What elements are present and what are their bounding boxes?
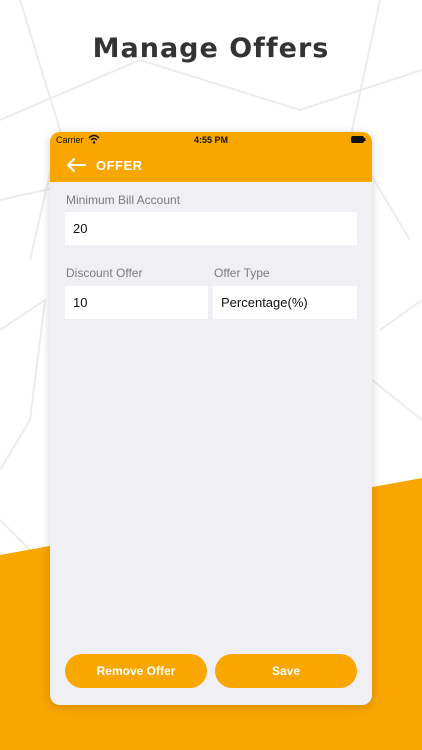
offer-type-input[interactable] [213,286,357,319]
discount-offer-label: Discount Offer [66,266,143,280]
page-headline: Manage Offers [92,33,330,64]
status-time: 4:55 PM [193,135,228,145]
nav-title: OFFER [96,158,143,173]
nav-bar: OFFER [50,150,372,182]
status-bar: Carrier 4:55 PM [50,132,372,150]
discount-offer-input[interactable] [65,286,208,319]
phone-screen: Carrier 4:55 PM OFFER Minimum Bill Accou… [50,132,372,705]
save-button[interactable]: Save [215,654,357,688]
arrow-left-icon[interactable] [66,157,86,173]
remove-offer-button[interactable]: Remove Offer [65,654,207,688]
min-bill-input[interactable] [65,212,357,245]
offer-type-label: Offer Type [214,266,270,280]
min-bill-label: Minimum Bill Account [66,193,181,207]
battery-icon [351,136,366,143]
